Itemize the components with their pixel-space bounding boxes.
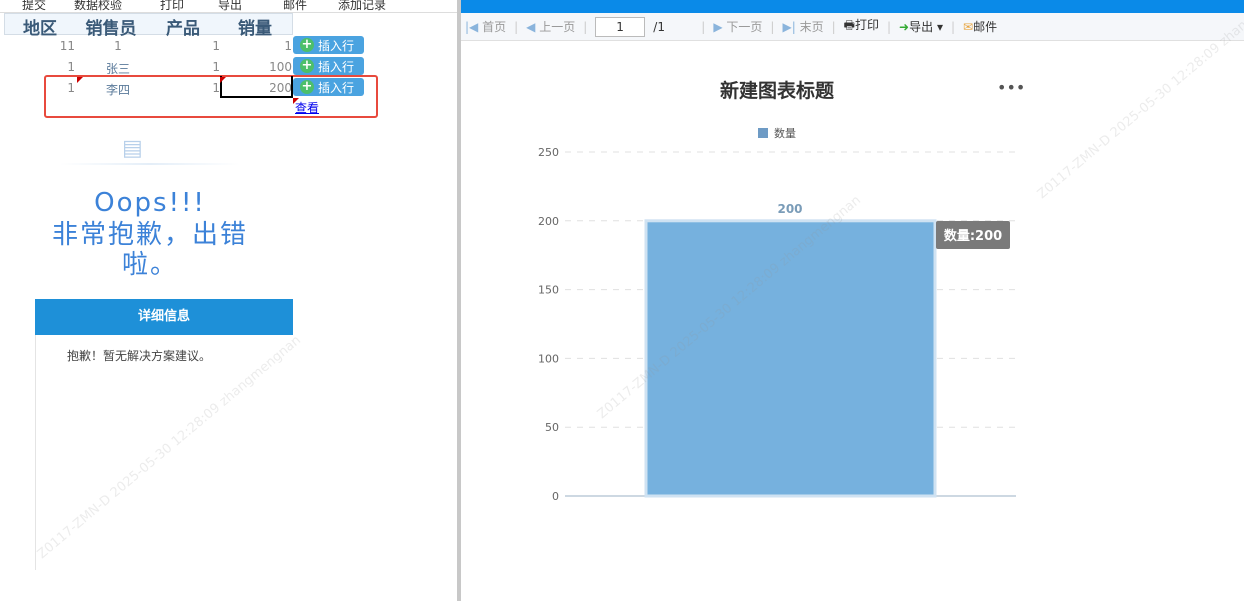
title-bar [461,0,1244,13]
y-tick-label: 200 [538,215,559,228]
mail-label: 邮件 [973,20,998,34]
table-cell[interactable]: 11 [0,39,75,53]
last-label: 末页 [799,20,824,34]
next-label: 下一页 [726,20,763,34]
prev-label: 上一页 [539,20,576,34]
error-message: 非常抱歉，出错啦。 [51,220,248,280]
export-button[interactable]: 导出 [218,0,242,11]
insert-row-label: 插入行 [318,38,355,53]
last-page-button[interactable]: ▶| 末页 [782,18,823,35]
mail-report-button[interactable]: ✉邮件 [963,18,997,35]
export-label: 导出 [909,20,934,34]
error-title: Oops!!! [94,188,206,218]
chart-title: 新建图表标题 [720,79,834,102]
more-icon[interactable]: ••• [997,78,1025,97]
y-tick-label: 0 [552,490,559,503]
separator: | [831,19,836,34]
prev-icon: ◀ [526,20,536,34]
legend-swatch[interactable] [758,128,768,138]
separator: | [583,19,588,34]
export-icon: ➜ [899,20,910,34]
first-label: 首页 [482,20,507,34]
submit-button[interactable]: 提交 [22,0,46,11]
selected-cell[interactable] [220,76,293,98]
table-cell[interactable]: 1 [100,39,136,53]
view-link[interactable]: 查看 [295,99,319,116]
data-label: 200 [777,202,802,216]
form-toolbar: 提交 数据校验 打印 导出 邮件 添加记录 [0,0,457,13]
table-row: 1 张三 1 100 [0,57,300,77]
form-pane: 提交 数据校验 打印 导出 邮件 添加记录 地区 销售员 产品 销量 11 1 1 1… [0,0,457,601]
table-row: 11 1 1 1 [0,36,300,56]
last-icon: ▶| [782,20,796,34]
legend-label[interactable]: 数量 [774,127,796,140]
validate-button[interactable]: 数据校验 [74,0,122,11]
detail-border [35,335,36,570]
add-record-button[interactable]: 添加记录 [338,0,386,11]
export-report-button[interactable]: ➜导出 ▾ [899,18,943,35]
chevron-down-icon: ▾ [936,20,943,34]
insert-row-label: 插入行 [318,59,355,74]
highlight-box [44,75,378,118]
table-cell[interactable]: 100 [230,60,292,74]
header-salesperson: 销售员 [85,19,137,39]
separator: | [950,19,956,34]
mail-button[interactable]: 邮件 [283,0,307,11]
insert-row-button[interactable]: + 插入行 [293,36,364,54]
cell-marker [77,77,83,83]
print-report-button[interactable]: 🖶打印 [844,16,879,37]
plus-icon: + [300,58,314,73]
prev-page-button[interactable]: ◀ 上一页 [526,18,575,35]
header-product: 产品 [166,19,200,39]
page-total: /1 [653,19,665,34]
tooltip-text: 数量:200 [944,228,1002,244]
detail-text: 抱歉！暂无解决方案建议。 [67,349,212,363]
report-pane: |◀ 首页 | ◀ 上一页 | 1 /1 | ▶ 下一页 | ▶| 末页 | 🖶… [461,0,1244,601]
separator: | [770,19,775,34]
cell-marker [220,77,226,83]
error-illustration-icon: ▤ [122,136,143,161]
y-tick-label: 250 [538,146,559,159]
page-input[interactable]: 1 [595,16,646,37]
y-tick-label: 150 [538,284,559,297]
y-tick-label: 50 [545,421,559,434]
separator: | [886,19,892,34]
first-icon: |◀ [465,20,479,34]
printer-icon: 🖶 [843,18,855,32]
y-tick-label: 100 [538,352,559,365]
detail-header[interactable]: 详细信息 [35,299,293,335]
print-label: 打印 [854,18,879,32]
table-header: 地区 销售员 产品 销量 [4,13,293,39]
report-toolbar: |◀ 首页 | ◀ 上一页 | 1 /1 | ▶ 下一页 | ▶| 末页 | 🖶… [461,13,1244,41]
divider [60,163,240,165]
header-sales: 销量 [238,19,272,39]
header-region: 地区 [23,19,57,39]
table-cell[interactable]: 1 [180,60,220,74]
table-cell[interactable]: 1 [180,39,220,53]
print-button[interactable]: 打印 [160,0,184,11]
plus-icon: + [300,37,314,52]
first-page-button[interactable]: |◀ 首页 [465,18,506,35]
next-page-button[interactable]: ▶ 下一页 [713,18,762,35]
mail-icon: ✉ [963,20,974,34]
separator: | [514,19,519,34]
next-icon: ▶ [713,20,723,34]
table-cell[interactable]: 1 [0,60,75,74]
insert-row-button[interactable]: + 插入行 [293,57,364,75]
separator: | [701,19,706,34]
table-cell[interactable]: 1 [230,39,292,53]
